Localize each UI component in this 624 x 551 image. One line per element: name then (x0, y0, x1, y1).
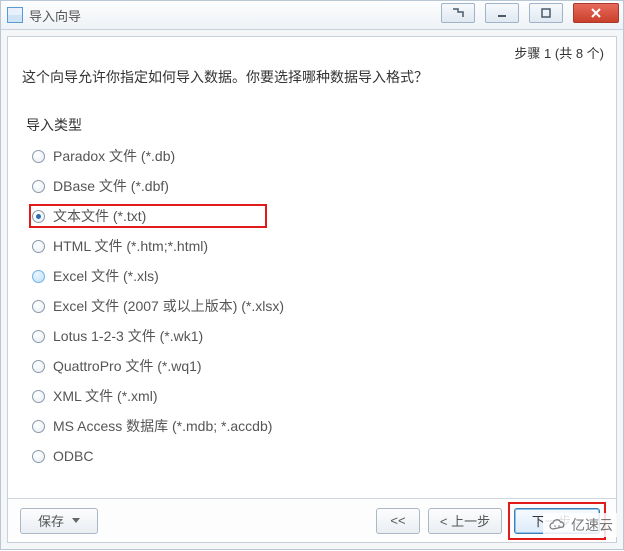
radio-icon (32, 360, 45, 373)
import-option-label: MS Access 数据库 (*.mdb; *.accdb) (53, 416, 272, 436)
wizard-prompt: 这个向导允许你指定如何导入数据。你要选择哪种数据导入格式？ (22, 67, 602, 87)
save-button-label: 保存 (38, 511, 64, 530)
watermark-text: 亿速云 (571, 515, 613, 535)
import-option-9[interactable]: MS Access 数据库 (*.mdb; *.accdb) (30, 415, 602, 437)
close-button[interactable] (573, 3, 619, 23)
first-button[interactable]: << (376, 508, 420, 534)
import-option-label: XML 文件 (*.xml) (53, 386, 157, 406)
radio-icon (32, 420, 45, 433)
maximize-button[interactable] (529, 3, 563, 23)
cloud-icon (547, 518, 567, 532)
radio-icon (32, 240, 45, 253)
import-option-label: QuattroPro 文件 (*.wq1) (53, 356, 202, 376)
first-button-label: << (390, 513, 405, 528)
import-option-6[interactable]: Lotus 1-2-3 文件 (*.wk1) (30, 325, 602, 347)
minimize-button[interactable] (485, 3, 519, 23)
section-title: 导入类型 (26, 115, 602, 135)
prev-button[interactable]: < 上一步 (428, 508, 502, 534)
radio-icon (32, 210, 45, 223)
prev-button-label: < 上一步 (440, 511, 490, 530)
radio-icon (32, 450, 45, 463)
import-option-1[interactable]: DBase 文件 (*.dbf) (30, 175, 602, 197)
import-option-4[interactable]: Excel 文件 (*.xls) (30, 265, 602, 287)
import-option-label: DBase 文件 (*.dbf) (53, 176, 169, 196)
watermark: 亿速云 (543, 513, 617, 537)
import-option-10[interactable]: ODBC (30, 445, 602, 467)
import-option-label: HTML 文件 (*.htm;*.html) (53, 236, 208, 256)
app-icon (7, 7, 23, 23)
import-option-label: Excel 文件 (2007 或以上版本) (*.xlsx) (53, 296, 284, 316)
help-button[interactable] (441, 3, 475, 23)
import-option-7[interactable]: QuattroPro 文件 (*.wq1) (30, 355, 602, 377)
save-button[interactable]: 保存 (20, 508, 98, 534)
radio-icon (32, 270, 45, 283)
step-indicator: 步骤 1 (共 8 个) (514, 43, 604, 62)
import-option-label: Paradox 文件 (*.db) (53, 146, 175, 166)
radio-icon (32, 330, 45, 343)
chevron-down-icon (72, 518, 80, 523)
import-option-5[interactable]: Excel 文件 (2007 或以上版本) (*.xlsx) (30, 295, 602, 317)
import-option-2[interactable]: 文本文件 (*.txt) (30, 205, 266, 227)
radio-icon (32, 390, 45, 403)
import-option-label: Excel 文件 (*.xls) (53, 266, 159, 286)
radio-icon (32, 150, 45, 163)
window-title: 导入向导 (29, 6, 81, 25)
window-body: 步骤 1 (共 8 个) 这个向导允许你指定如何导入数据。你要选择哪种数据导入格… (0, 30, 624, 550)
import-option-8[interactable]: XML 文件 (*.xml) (30, 385, 602, 407)
import-type-options: Paradox 文件 (*.db) DBase 文件 (*.dbf) 文本文件 (*… (22, 145, 602, 467)
radio-icon (32, 180, 45, 193)
button-bar: 保存 << < 上一步 下一步 > (8, 498, 616, 542)
import-option-0[interactable]: Paradox 文件 (*.db) (30, 145, 602, 167)
import-option-label: 文本文件 (*.txt) (53, 206, 146, 226)
import-option-label: ODBC (53, 448, 93, 464)
import-option-3[interactable]: HTML 文件 (*.htm;*.html) (30, 235, 602, 257)
wizard-panel: 步骤 1 (共 8 个) 这个向导允许你指定如何导入数据。你要选择哪种数据导入格… (7, 36, 617, 543)
radio-icon (32, 300, 45, 313)
import-option-label: Lotus 1-2-3 文件 (*.wk1) (53, 326, 203, 346)
window-buttons (437, 3, 619, 23)
titlebar: 导入向导 (0, 0, 624, 30)
